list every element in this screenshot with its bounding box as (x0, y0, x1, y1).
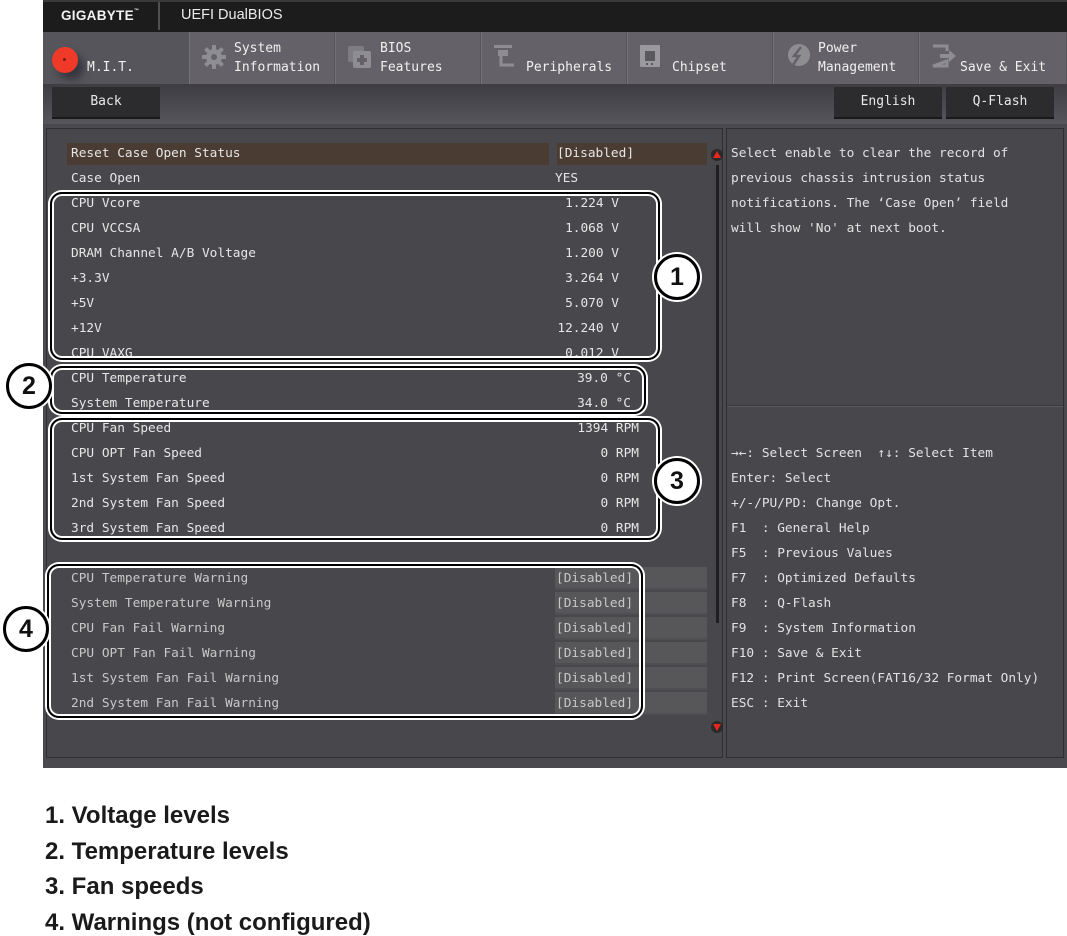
key-hint: F1 : General Help (731, 521, 870, 536)
tab-mit[interactable]: M.I.T. (43, 32, 189, 84)
scroll-down-arrow-icon[interactable] (711, 721, 723, 733)
setting-value: YES (555, 171, 579, 186)
key-legend: →←: Select Screen ↑↓: Select Item Enter:… (731, 441, 1039, 716)
mit-dot-icon (52, 47, 78, 73)
callout-box-voltages (50, 192, 660, 360)
main-tabs: M.I.T. System Information BIOS Features … (43, 32, 1067, 84)
callout-box-fans (50, 418, 660, 540)
language-button[interactable]: English (834, 87, 942, 119)
scrollbar[interactable] (716, 165, 719, 623)
chipset-icon (640, 45, 660, 67)
key-hint: F10 : Save & Exit (731, 646, 862, 661)
exit-door-icon (932, 44, 956, 68)
callout-number-1: 1 (654, 254, 700, 300)
title-separator (158, 2, 160, 30)
tab-peripherals[interactable]: Peripherals (481, 32, 627, 84)
scroll-up-arrow-icon[interactable] (711, 149, 723, 161)
legend-item: 1. Voltage levels (45, 802, 230, 829)
item-help-text: Select enable to clear the record of pre… (731, 141, 1061, 241)
help-panel: Select enable to clear the record of pre… (726, 128, 1064, 758)
tab-label: Chipset (672, 60, 727, 75)
peripherals-icon (494, 45, 514, 67)
key-hint: ESC : Exit (731, 696, 809, 711)
key-hint: +/-/PU/PD: Change Opt. (731, 496, 901, 511)
tab-label: BIOS Features (380, 41, 443, 75)
brand-trademark: ™ (133, 8, 140, 14)
tab-bios-features[interactable]: BIOS Features (335, 32, 481, 84)
power-bolt-icon (787, 44, 810, 70)
tab-label: M.I.T. (87, 60, 134, 75)
setting-label: Reset Case Open Status (71, 146, 241, 161)
key-hint: →←: Select Screen ↑↓: Select Item (731, 446, 993, 461)
tab-power-management[interactable]: Power Management (773, 32, 919, 84)
callout-box-temperatures (50, 366, 646, 414)
legend-item: 3. Fan speeds (45, 873, 204, 900)
legend-item: 2. Temperature levels (45, 837, 289, 865)
key-hint: F8 : Q-Flash (731, 596, 832, 611)
tab-label: Save & Exit (960, 60, 1047, 75)
caption-legend: 1. Voltage levels 2. Temperature levels … (45, 798, 371, 936)
key-hint: F12 : Print Screen(FAT16/32 Format Only) (731, 671, 1040, 686)
back-button[interactable]: Back (52, 87, 160, 119)
callout-number-2: 2 (6, 363, 52, 409)
help-line: notifications. The ‘Case Open’ field (731, 196, 1009, 211)
qflash-button[interactable]: Q-Flash (946, 87, 1054, 119)
callout-number-3: 3 (654, 458, 700, 504)
tab-label: Power Management (818, 41, 897, 75)
tab-label: System Information (234, 41, 321, 75)
tab-label: Peripherals (526, 60, 613, 75)
setting-value[interactable]: [Disabled] (557, 141, 634, 166)
bios-chip-icon (348, 46, 371, 68)
tab-chipset[interactable]: Chipset (627, 32, 773, 84)
brand-name: GIGABYTE (61, 8, 134, 23)
sub-toolbar: Back English Q-Flash (43, 84, 1067, 124)
callout-box-warnings (47, 564, 643, 718)
key-hint: Enter: Select (731, 471, 832, 486)
legend-item: 4. Warnings (not configured) (45, 908, 371, 936)
help-line: previous chassis intrusion status (731, 171, 986, 186)
key-hint: F5 : Previous Values (731, 546, 893, 561)
callout-number-4: 4 (3, 606, 49, 652)
gear-icon (202, 45, 226, 69)
help-divider (727, 405, 1063, 407)
brand-logo: GIGABYTE™ (61, 8, 139, 23)
setting-row-reset-case-open[interactable]: Reset Case Open Status [Disabled] (67, 141, 707, 166)
help-line: will show 'No' at next boot. (731, 221, 947, 236)
tab-system-information[interactable]: System Information (189, 32, 335, 84)
help-line: Select enable to clear the record of (731, 146, 1009, 161)
key-hint: F7 : Optimized Defaults (731, 571, 916, 586)
title-bar: GIGABYTE™ UEFI DualBIOS (43, 0, 1067, 32)
setting-row-case-open: Case Open YES (67, 166, 687, 191)
setting-label: Case Open (71, 171, 141, 186)
tab-save-exit[interactable]: Save & Exit (919, 32, 1067, 84)
product-name: UEFI DualBIOS (181, 7, 283, 23)
key-hint: F9 : System Information (731, 621, 916, 636)
